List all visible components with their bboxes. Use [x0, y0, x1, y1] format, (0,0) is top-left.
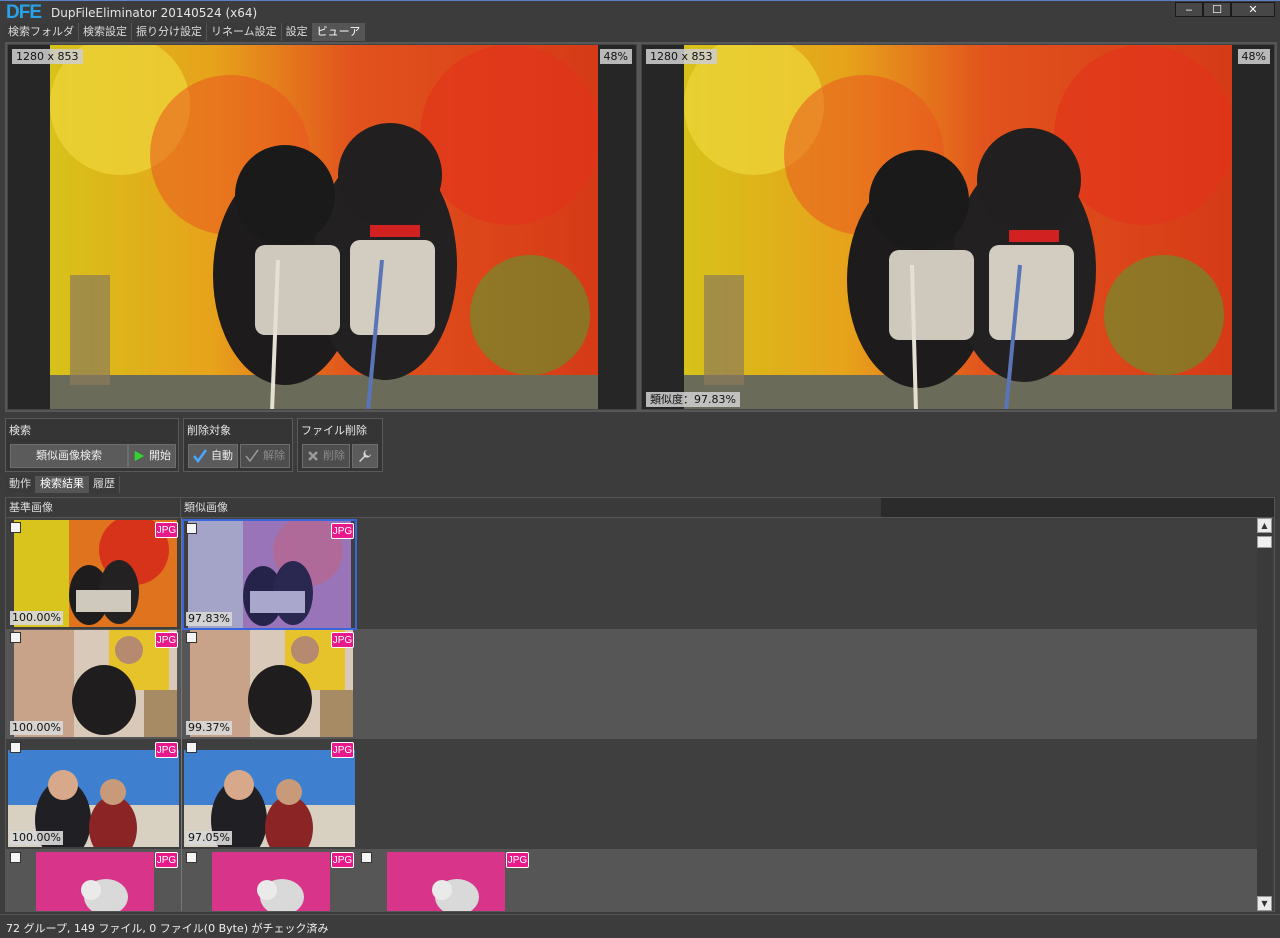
- maximize-button[interactable]: ☐: [1203, 2, 1231, 17]
- tab-search-settings[interactable]: 検索設定: [79, 23, 132, 41]
- similar-thumbnail[interactable]: JPG 97.05%: [184, 740, 355, 847]
- start-button[interactable]: 開始: [128, 444, 176, 468]
- column-divider: [181, 518, 182, 911]
- similar-image: [684, 45, 1232, 409]
- similar-thumbnail[interactable]: JPG 99.37%: [184, 630, 355, 737]
- auto-select-button[interactable]: 自動: [188, 444, 238, 468]
- play-icon: [134, 450, 145, 462]
- minimize-button[interactable]: ‒: [1175, 2, 1203, 17]
- delete-target-group-label: 削除対象: [187, 424, 231, 437]
- similar-image-pane[interactable]: 1280 x 853 48% 類似度：97.83%: [641, 44, 1275, 410]
- row-checkbox[interactable]: [10, 522, 21, 533]
- row-checkbox[interactable]: [186, 852, 197, 863]
- results-scrollbar[interactable]: ▲ ▼: [1257, 518, 1272, 911]
- tab-sort-settings[interactable]: 振り分け設定: [132, 23, 207, 41]
- release-button-label: 解除: [263, 449, 285, 462]
- base-thumbnail[interactable]: JPG: [8, 850, 179, 911]
- jpg-badge: JPG: [331, 852, 354, 868]
- status-bar: 72 グループ, 149 ファイル, 0 ファイル(0 Byte) がチェック済…: [0, 914, 1280, 938]
- jpg-badge: JPG: [331, 632, 354, 648]
- jpg-badge: JPG: [155, 742, 178, 758]
- tab-action[interactable]: 動作: [5, 476, 36, 493]
- similar-image-zoom: 48%: [1237, 49, 1270, 64]
- file-delete-group: ファイル削除 削除: [297, 418, 383, 472]
- similar-image-search-label: 類似画像検索: [36, 449, 102, 462]
- row-checkbox[interactable]: [10, 632, 21, 643]
- title-bar: DFE DupFileEliminator 20140524 (x64) ‒ ☐…: [0, 0, 1280, 23]
- pink-dog-thumbnail: [36, 852, 154, 911]
- similar-image-dimensions: 1280 x 853: [646, 49, 717, 64]
- column-header-similar: 類似画像: [181, 498, 881, 518]
- similarity-percent: 99.37%: [186, 721, 232, 735]
- main-tabs: 検索フォルダ 検索設定 振り分け設定 リネーム設定 設定 ビューア: [4, 23, 366, 41]
- delete-button[interactable]: 削除: [302, 444, 350, 468]
- delete-button-label: 削除: [323, 449, 345, 462]
- scroll-down-arrow-icon[interactable]: ▼: [1257, 896, 1272, 911]
- similarity-percent: 100.00%: [10, 611, 63, 625]
- search-group: 検索 類似画像検索 開始: [5, 418, 179, 472]
- base-image-dimensions: 1280 x 853: [12, 49, 83, 64]
- result-tabs: 動作 検索結果 履歴: [5, 476, 120, 493]
- delete-target-group: 削除対象 自動 解除: [183, 418, 293, 472]
- jpg-badge: JPG: [331, 742, 354, 758]
- similarity-percent: 97.83%: [186, 612, 232, 626]
- similarity-readout: 類似度：97.83%: [646, 392, 740, 407]
- similarity-percent: 97.05%: [186, 831, 232, 845]
- tab-search-folder[interactable]: 検索フォルダ: [4, 23, 79, 41]
- row-checkbox[interactable]: [10, 742, 21, 753]
- similar-thumbnail[interactable]: JPG: [359, 850, 530, 911]
- scroll-up-arrow-icon[interactable]: ▲: [1257, 518, 1272, 533]
- start-button-label: 開始: [149, 449, 171, 462]
- tab-search-results[interactable]: 検索結果: [36, 476, 89, 493]
- delete-options-button[interactable]: [352, 444, 378, 468]
- release-button[interactable]: 解除: [240, 444, 290, 468]
- row-checkbox[interactable]: [186, 742, 197, 753]
- base-image-zoom: 48%: [599, 49, 632, 64]
- jpg-badge: JPG: [331, 523, 354, 539]
- image-viewer: 1280 x 853 48% 1280 x 853 48% 類似度：97.83%: [5, 42, 1277, 412]
- base-thumbnail[interactable]: JPG 100.00%: [8, 740, 179, 847]
- row-checkbox[interactable]: [10, 852, 21, 863]
- checkmark-icon: [193, 449, 207, 463]
- base-image: [50, 45, 598, 409]
- jpg-badge: JPG: [155, 852, 178, 868]
- tab-history[interactable]: 履歴: [89, 476, 120, 493]
- checkmark-outline-icon: [245, 449, 259, 463]
- scrollbar-thumb[interactable]: [1257, 536, 1272, 548]
- base-image-pane[interactable]: 1280 x 853 48%: [7, 44, 637, 410]
- similar-image-search-button[interactable]: 類似画像検索: [10, 444, 128, 468]
- tab-rename-settings[interactable]: リネーム設定: [207, 23, 282, 41]
- wrench-icon: [359, 450, 371, 462]
- row-checkbox[interactable]: [186, 523, 197, 534]
- jpg-badge: JPG: [506, 852, 529, 868]
- column-header-filler: [881, 498, 1274, 518]
- close-button[interactable]: ✕: [1231, 2, 1275, 17]
- results-grid: 基準画像 類似画像 JPG 100.00% JPG 97.83% JPG 100…: [5, 497, 1275, 912]
- row-checkbox[interactable]: [361, 852, 372, 863]
- auto-select-label: 自動: [211, 449, 233, 462]
- window-title: DupFileEliminator 20140524 (x64): [51, 6, 258, 20]
- base-thumbnail[interactable]: JPG 100.00%: [8, 520, 179, 627]
- search-group-label: 検索: [9, 424, 31, 437]
- jpg-badge: JPG: [155, 632, 178, 648]
- app-logo: DFE: [6, 2, 42, 23]
- status-text: 72 グループ, 149 ファイル, 0 ファイル(0 Byte) がチェック済…: [6, 922, 329, 935]
- file-delete-group-label: ファイル削除: [301, 424, 367, 437]
- similar-thumbnail[interactable]: JPG: [184, 850, 355, 911]
- row-checkbox[interactable]: [186, 632, 197, 643]
- tab-viewer[interactable]: ビューア: [312, 23, 366, 41]
- pink-dog-thumbnail: [387, 852, 505, 911]
- delete-x-icon: [308, 451, 318, 461]
- column-header-base: 基準画像: [6, 498, 181, 518]
- jpg-badge: JPG: [155, 522, 178, 538]
- similarity-percent: 100.00%: [10, 721, 63, 735]
- similar-thumbnail-selected[interactable]: JPG 97.83%: [182, 519, 357, 630]
- base-thumbnail[interactable]: JPG 100.00%: [8, 630, 179, 737]
- similarity-percent: 100.00%: [10, 831, 63, 845]
- tab-settings[interactable]: 設定: [281, 23, 313, 41]
- pink-dog-thumbnail: [212, 852, 330, 911]
